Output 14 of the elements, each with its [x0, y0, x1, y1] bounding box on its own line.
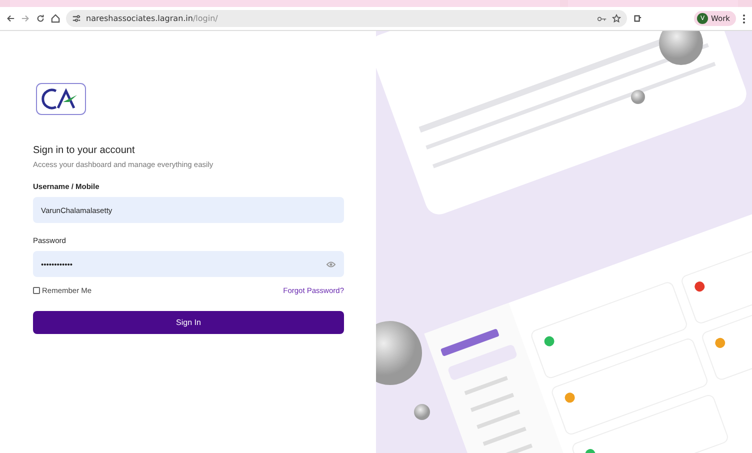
star-icon[interactable] — [612, 14, 621, 23]
logo-icon — [36, 83, 86, 115]
sign-in-heading: Sign in to your account — [33, 145, 135, 156]
site-settings-icon[interactable] — [72, 14, 81, 23]
menu-icon[interactable] — [742, 14, 746, 24]
extensions-icon[interactable] — [633, 14, 642, 23]
sign-in-button[interactable]: Sign In — [33, 311, 344, 334]
remember-checkbox[interactable] — [33, 287, 40, 294]
reload-icon[interactable] — [36, 14, 45, 23]
key-icon[interactable] — [597, 14, 607, 22]
home-icon[interactable] — [51, 14, 60, 23]
url-text: nareshassociates.lagran.in/login/ — [86, 14, 218, 23]
back-icon[interactable] — [6, 14, 15, 23]
address-bar[interactable]: nareshassociates.lagran.in/login/ — [66, 10, 627, 27]
